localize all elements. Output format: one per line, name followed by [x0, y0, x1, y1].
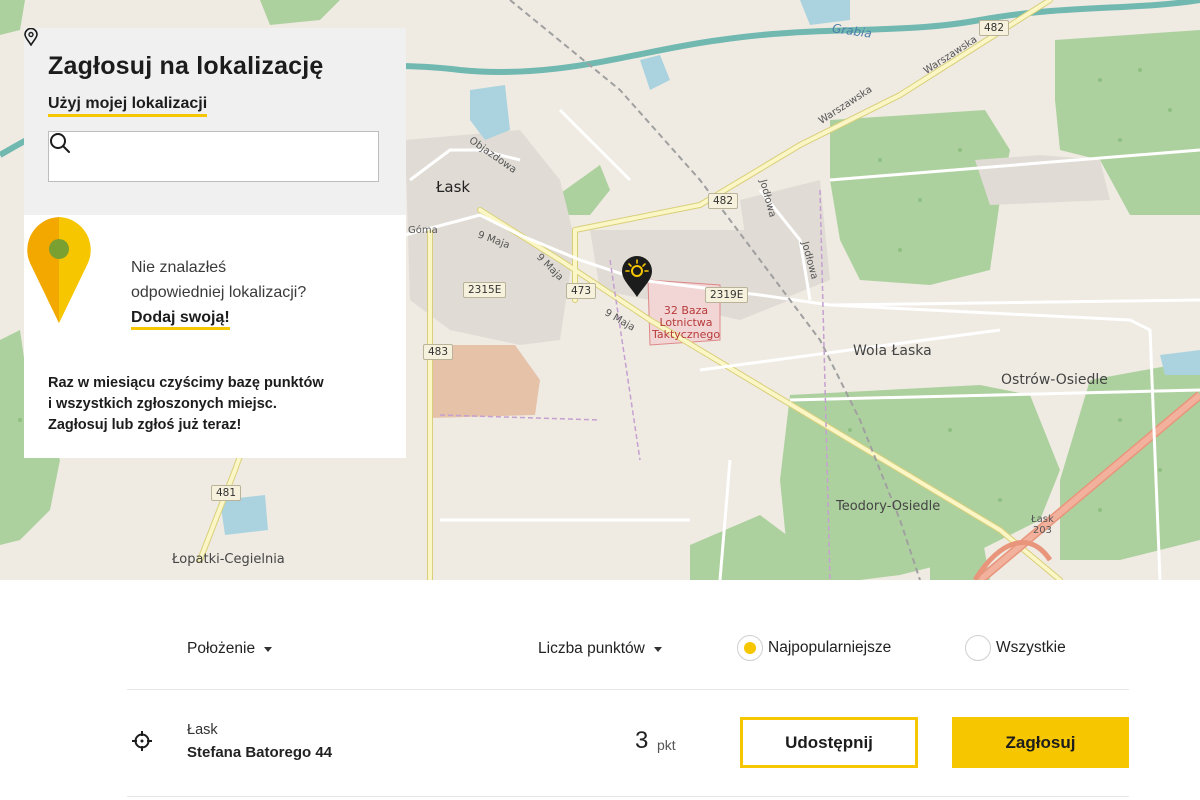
- row-points: 3: [635, 727, 649, 754]
- road-shield-2315e: 2315E: [463, 282, 507, 298]
- road-shield-481: 481: [211, 485, 242, 501]
- road-shield-482: 482: [708, 193, 739, 209]
- vote-button[interactable]: Zagłosuj: [952, 717, 1129, 768]
- radio-most-popular-label: Najpopularniejsze: [768, 639, 892, 656]
- points-filter-label: Liczba punktów: [538, 640, 645, 657]
- radio-all-label: Wszystkie: [996, 639, 1066, 656]
- missing-location-text: Nie znalazłeś odpowiedniej lokalizacji? …: [131, 255, 381, 330]
- map-label-lask: Łask: [436, 178, 471, 196]
- map-label-ostrow: Ostrów-Osiedle: [1001, 372, 1108, 388]
- row-city: Łask: [187, 722, 218, 738]
- map-label-lopatki: Łopatki-Cegielnia: [172, 552, 285, 567]
- row-points-unit: pkt: [657, 737, 676, 753]
- map[interactable]: Łask Wola Łaska Ostrów-Osiedle Teodory-O…: [0, 0, 1200, 580]
- map-label-teodory: Teodory-Osiedle: [836, 499, 941, 514]
- caret-down-icon: [653, 646, 662, 652]
- search-box: [48, 131, 379, 182]
- caret-down-icon: [264, 646, 273, 652]
- radio-unselected-icon: [965, 635, 991, 661]
- info-line-3: Zagłosuj lub zgłoś już teraz!: [48, 417, 242, 433]
- add-own-location-link[interactable]: Dodaj swoją!: [131, 309, 230, 330]
- road-shield-2319e: 2319E: [705, 287, 749, 303]
- info-text: Raz w miesiącu czyścimy bazę punktów i w…: [48, 373, 388, 436]
- location-marker[interactable]: [620, 256, 654, 298]
- missing-line-2: odpowiedniej lokalizacji?: [131, 284, 307, 301]
- road-shield-482: 482: [979, 20, 1010, 36]
- list-divider: [127, 796, 1129, 797]
- vote-panel: Zagłosuj na lokalizację Użyj mojej lokal…: [24, 28, 406, 458]
- location-filter-label: Położenie: [187, 640, 256, 657]
- location-pin-icon: [24, 28, 38, 46]
- share-button[interactable]: Udostępnij: [740, 717, 918, 768]
- panel-bottom: Nie znalazłeś odpowiedniej lokalizacji? …: [24, 215, 406, 458]
- lask-203-line-2: 203: [1032, 525, 1052, 536]
- info-line-1: Raz w miesiącu czyścimy bazę punktów: [48, 375, 324, 391]
- map-label-military-zone: 32 Baza Lotnictwa Taktycznego: [650, 305, 722, 341]
- panel-top: Zagłosuj na lokalizację Użyj mojej lokal…: [24, 28, 406, 215]
- radio-selected-icon: [737, 635, 763, 661]
- locations-list: Położenie Liczba punktów Najpopularniejs…: [0, 580, 1200, 800]
- crosshair-icon[interactable]: [131, 730, 153, 752]
- radio-most-popular[interactable]: Najpopularniejsze: [737, 635, 891, 661]
- search-input[interactable]: [49, 132, 329, 181]
- map-label-lask-203: Łask 203: [1031, 514, 1054, 536]
- map-label-wola-laska: Wola Łaska: [853, 343, 932, 359]
- road-shield-473: 473: [566, 283, 597, 299]
- missing-line-1: Nie znalazłeś: [131, 259, 227, 276]
- road-shield-483: 483: [423, 344, 454, 360]
- points-filter-dropdown[interactable]: Liczba punktów: [538, 640, 662, 658]
- lask-203-line-1: Łask: [1031, 514, 1054, 525]
- location-filter-dropdown[interactable]: Położenie: [187, 640, 273, 658]
- app-root: Łask Wola Łaska Ostrów-Osiedle Teodory-O…: [0, 0, 1200, 800]
- row-street: Stefana Batorego 44: [187, 744, 333, 761]
- map-label-goma: Góma: [408, 225, 438, 236]
- use-my-location-label: Użyj mojej lokalizacji: [48, 95, 208, 117]
- radio-all[interactable]: Wszystkie: [965, 635, 1066, 661]
- search-icon[interactable]: [49, 132, 71, 154]
- zone-line-3: Taktycznego: [651, 328, 721, 341]
- info-line-2: i wszystkich zgłoszonych miejsc.: [48, 396, 277, 412]
- use-my-location-link[interactable]: Użyj mojej lokalizacji: [24, 28, 208, 117]
- bulb-marker-icon: [622, 256, 652, 297]
- list-divider: [127, 689, 1129, 690]
- panel-title: Zagłosuj na lokalizację: [48, 52, 324, 80]
- list-item: Łask Stefana Batorego 44 3 pkt Udostępni…: [127, 710, 1129, 770]
- map-pin-icon: [27, 217, 91, 323]
